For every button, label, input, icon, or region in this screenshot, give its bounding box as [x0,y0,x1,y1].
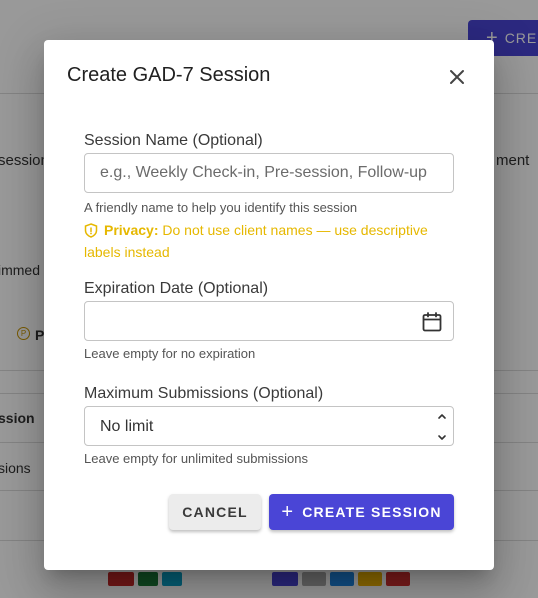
session-name-label: Session Name (Optional) [84,132,263,149]
calendar-icon[interactable] [421,311,443,333]
create-session-dialog: Create GAD-7 Session Session Name (Optio… [44,40,494,570]
session-name-helper: A friendly name to help you identify thi… [84,200,358,215]
cancel-button[interactable]: CANCEL [169,494,261,530]
expiration-date-label: Expiration Date (Optional) [84,280,269,297]
expiration-date-helper: Leave empty for no expiration [84,346,256,361]
shield-icon [84,223,98,238]
cancel-label: CANCEL [182,504,248,520]
create-session-label: CREATE SESSION [302,504,442,520]
dialog-title: Create GAD-7 Session [67,64,271,86]
stepper-arrows-icon[interactable] [436,411,448,443]
max-submissions-input[interactable]: No limit [84,406,454,446]
max-submissions-label: Maximum Submissions (Optional) [84,385,324,402]
max-submissions-helper: Leave empty for unlimited submissions [84,451,308,466]
plus-icon: + [281,501,295,523]
close-button[interactable] [444,64,470,90]
privacy-label: Privacy: [104,222,159,238]
max-submissions-value: No limit [100,418,154,435]
privacy-warning: Privacy: Do not use client names — use d… [84,219,434,263]
create-session-button[interactable]: + CREATE SESSION [269,494,454,530]
expiration-date-input[interactable] [84,301,454,341]
close-icon [450,70,464,84]
session-name-input[interactable] [84,153,454,193]
